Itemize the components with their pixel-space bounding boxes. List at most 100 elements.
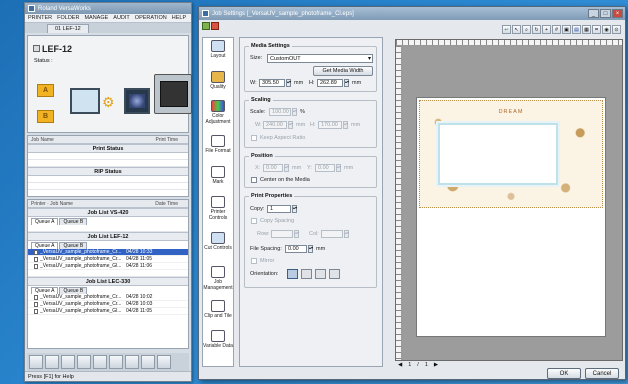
hot-folder-b-icon[interactable]: B — [37, 110, 54, 123]
y-stepper[interactable]: ▴▾ — [336, 164, 341, 172]
date-time-col[interactable]: Date Time — [155, 201, 178, 207]
center-on-media-checkbox[interactable] — [251, 177, 257, 183]
queue-icon[interactable] — [141, 355, 155, 369]
queue-job-name-col[interactable]: Printer · Job Name — [31, 201, 73, 207]
scale-height-field[interactable]: 170.00 — [318, 121, 342, 129]
printer-tab[interactable]: 01 LEF-12 — [47, 24, 89, 33]
nest-icon[interactable]: ▤ — [572, 25, 581, 34]
copy-spacing-checkbox[interactable] — [251, 218, 257, 224]
menu-folder[interactable]: FOLDER — [57, 15, 79, 21]
menu-help[interactable]: HELP — [172, 15, 186, 21]
sidebar-item-mark[interactable]: Mark — [203, 166, 233, 185]
sidebar-item-job-management[interactable]: Job Management — [203, 266, 233, 291]
row-field[interactable] — [271, 230, 293, 238]
hot-folder-a-icon[interactable]: A — [37, 84, 54, 97]
delete-icon[interactable] — [77, 355, 91, 369]
close-icon[interactable]: × — [612, 9, 623, 18]
column-stepper[interactable]: ▴▾ — [344, 230, 349, 238]
print-time-col[interactable]: Print Time — [155, 137, 178, 143]
fit-icon[interactable]: ▣ — [562, 25, 571, 34]
orientation-0-icon[interactable] — [287, 269, 298, 279]
sidebar-item-printer-controls[interactable]: Printer Controls — [203, 196, 233, 221]
cut-icon[interactable] — [109, 355, 123, 369]
grid-icon[interactable]: # — [552, 25, 561, 34]
print-icon[interactable] — [45, 355, 59, 369]
view-icon[interactable]: ◉ — [602, 25, 611, 34]
sidebar-item-file-format[interactable]: File Format — [203, 135, 233, 154]
media-height-stepper[interactable]: ▴▾ — [344, 79, 349, 87]
scale-height-stepper[interactable]: ▴▾ — [343, 121, 348, 129]
row-stepper[interactable]: ▴▾ — [294, 230, 299, 238]
sidebar-item-cut-controls[interactable]: Cut Controls — [203, 232, 233, 251]
column-field[interactable] — [321, 230, 343, 238]
left-titlebar[interactable]: Roland VersaWorks — [25, 3, 191, 14]
sidebar-item-variable-data[interactable]: Variable Data — [203, 330, 233, 349]
clip-icon[interactable] — [125, 355, 139, 369]
scale-field[interactable]: 100.00 — [269, 108, 291, 116]
file-spacing-stepper[interactable]: ▴▾ — [308, 245, 313, 253]
prev-page-icon[interactable]: ◀ — [398, 361, 402, 370]
queue-b-tab[interactable]: Queue B — [59, 218, 88, 225]
scale-stepper[interactable]: ▴▾ — [292, 108, 297, 116]
orientation-90-icon[interactable] — [301, 269, 312, 279]
preview-icon[interactable] — [93, 355, 107, 369]
media-size-select[interactable]: CustomOUT — [267, 54, 373, 63]
job-row[interactable]: _VersaUV_sample_photoframe_Cr... 04/28 1… — [28, 294, 188, 301]
tile-icon[interactable]: ▦ — [582, 25, 591, 34]
maximize-icon[interactable]: □ — [600, 9, 611, 18]
open-icon[interactable] — [202, 22, 210, 30]
media-width-field[interactable]: 305.50 — [259, 79, 285, 87]
add-job-icon[interactable] — [29, 355, 43, 369]
media-icon[interactable] — [157, 355, 171, 369]
queue-b-tab[interactable]: Queue B — [59, 242, 88, 249]
crop-icon[interactable]: ⌗ — [592, 25, 601, 34]
x-stepper[interactable]: ▴▾ — [284, 164, 289, 172]
minimize-icon[interactable]: _ — [588, 9, 599, 18]
sidebar-item-layout[interactable]: Layout — [203, 40, 233, 59]
orientation-270-icon[interactable] — [329, 269, 340, 279]
copy-stepper[interactable]: ▴▾ — [292, 205, 297, 213]
sidebar-item-color-adjustment[interactable]: Color Adjustment — [203, 100, 233, 125]
rotate-icon[interactable]: ↻ — [532, 25, 541, 34]
media-height-field[interactable]: 262.89 — [317, 79, 343, 87]
media-width-stepper[interactable]: ▴▾ — [286, 79, 291, 87]
x-field[interactable]: 0.00 — [263, 164, 283, 172]
job-row[interactable]: _VersaUV_sample_photoframe_Cr... 04/28 1… — [28, 249, 188, 256]
keep-aspect-checkbox[interactable] — [251, 135, 257, 141]
settings-icon[interactable]: ⊙ — [612, 25, 621, 34]
file-spacing-field[interactable]: 0.00 — [285, 245, 307, 253]
menu-printer[interactable]: PRINTER — [28, 15, 52, 21]
next-page-icon[interactable]: ▶ — [434, 361, 438, 370]
menu-operation[interactable]: OPERATION — [135, 15, 167, 21]
undo-icon[interactable]: ↩ — [502, 25, 511, 34]
get-media-width-button[interactable]: Get Media Width — [313, 66, 373, 76]
cancel-button[interactable]: Cancel — [585, 368, 619, 379]
queue-a-tab[interactable]: Queue A — [31, 218, 59, 225]
menu-manage[interactable]: MANAGE — [84, 15, 108, 21]
queue-a-tab[interactable]: Queue A — [31, 242, 59, 249]
copy-field[interactable]: 1 — [267, 205, 291, 213]
sidebar-item-quality[interactable]: Quality — [203, 71, 233, 90]
sidebar-item-clip-and-tile[interactable]: Clip and Tile — [203, 300, 233, 319]
layout-preview[interactable]: DREAM — [395, 39, 623, 361]
orientation-180-icon[interactable] — [315, 269, 326, 279]
job-artwork[interactable]: DREAM — [419, 100, 603, 208]
mirror-checkbox[interactable] — [251, 258, 257, 264]
job-row[interactable]: _VersaUV_sample_photoframe_Cr... 04/28 1… — [28, 301, 188, 308]
right-titlebar[interactable]: Job Settings [_VersaUV_sample_photoframe… — [199, 7, 625, 20]
zoom-in-icon[interactable]: + — [542, 25, 551, 34]
save-icon[interactable] — [211, 22, 219, 30]
job-row[interactable]: _VersaUV_sample_photoframe_Gl... 04/28 1… — [28, 308, 188, 315]
pointer-icon[interactable]: ↖ — [512, 25, 521, 34]
queue-a-tab[interactable]: Queue A — [31, 287, 59, 294]
scale-width-field[interactable]: 240.00 — [263, 121, 287, 129]
menu-audit[interactable]: AUDIT — [113, 15, 130, 21]
zoom-icon[interactable]: ⌕ — [522, 25, 531, 34]
job-name-col[interactable]: Job Name — [31, 137, 54, 143]
y-field[interactable]: 0.00 — [315, 164, 335, 172]
queue-b-tab[interactable]: Queue B — [59, 287, 88, 294]
ok-button[interactable]: OK — [547, 368, 581, 379]
settings-icon[interactable] — [61, 355, 75, 369]
scale-width-stepper[interactable]: ▴▾ — [288, 121, 293, 129]
job-row[interactable]: _VersaUV_sample_photoframe_Gl... 04/28 1… — [28, 263, 188, 270]
